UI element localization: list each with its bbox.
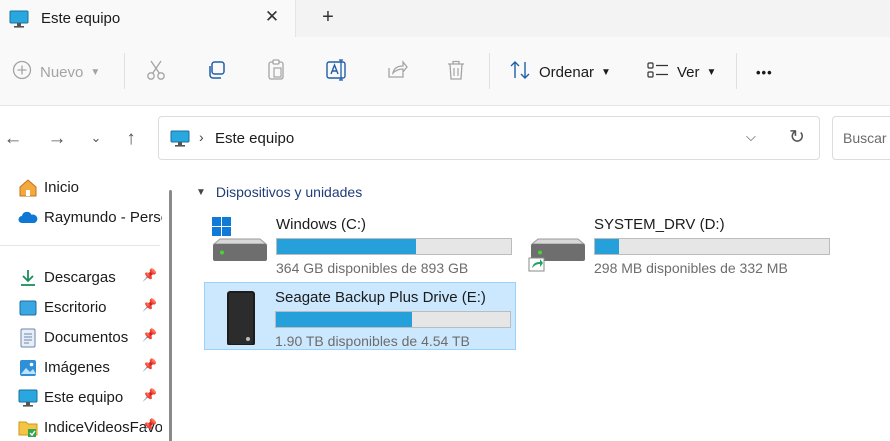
sidebar-item-label: Raymundo - Personal [44, 209, 162, 226]
pictures-icon [18, 358, 38, 378]
tab-este-equipo[interactable]: Este equipo ✕ [0, 0, 296, 37]
external-hdd-icon [209, 289, 269, 346]
new-label: Nuevo [40, 63, 84, 81]
new-tab-button[interactable]: + [318, 6, 338, 28]
windows-drive-icon [210, 216, 270, 272]
folder-icon [18, 418, 38, 438]
download-icon [18, 268, 38, 288]
group-header-devices[interactable]: ▼ Dispositivos y unidades [196, 184, 362, 200]
drive-usage-fill [276, 312, 412, 327]
command-bar: Nuevo ▼ Ordenar ▼ Ver ▼ ••• [0, 37, 890, 106]
drive-free-space: 364 GB disponibles de 893 GB [276, 260, 469, 276]
breadcrumb-chevron-icon[interactable]: › [199, 129, 204, 145]
refresh-icon[interactable]: ↻ [789, 126, 805, 149]
sidebar-item-inicio[interactable]: Inicio [0, 172, 162, 202]
chevron-down-icon: ▼ [196, 186, 206, 198]
sidebar-scrollbar[interactable] [166, 182, 174, 441]
desktop-icon [18, 298, 38, 318]
drive-name: Seagate Backup Plus Drive (E:) [275, 289, 486, 306]
drive-usage-fill [595, 239, 619, 254]
pin-icon: 📌 [142, 418, 157, 432]
group-title: Dispositivos y unidades [215, 184, 363, 200]
sort-label: Ordenar [539, 63, 595, 81]
drive-usage-bar [594, 238, 830, 255]
sidebar-divider [0, 245, 160, 246]
sort-icon [509, 60, 531, 84]
new-button[interactable]: Nuevo ▼ [12, 58, 100, 86]
this-pc-icon [9, 10, 29, 33]
sidebar-item-escritorio[interactable]: Escritorio 📌 [0, 292, 162, 322]
address-dropdown-icon[interactable]: ⌵ [746, 129, 756, 145]
sidebar-item-este-equipo[interactable]: Este equipo 📌 [0, 382, 162, 412]
pin-icon: 📌 [142, 388, 157, 402]
paste-button[interactable] [266, 58, 286, 86]
trash-icon [446, 59, 466, 85]
pin-icon: 📌 [142, 328, 157, 342]
share-icon [386, 60, 408, 84]
sidebar-item-onedrive[interactable]: Raymundo - Personal [0, 202, 162, 232]
drive-usage-bar [275, 311, 511, 328]
scissors-icon [146, 59, 166, 85]
toolbar-divider [124, 53, 125, 89]
home-icon [18, 178, 38, 198]
toolbar-divider [489, 53, 490, 89]
shared-drive-icon [528, 216, 588, 272]
copy-icon [206, 60, 226, 84]
view-label: Ver [677, 63, 700, 81]
this-pc-icon [170, 130, 190, 152]
toolbar-divider [736, 53, 737, 89]
onedrive-icon [18, 208, 38, 228]
chevron-down-icon: ▼ [601, 66, 611, 78]
drive-usage-fill [277, 239, 416, 254]
sidebar-item-imagenes[interactable]: Imágenes 📌 [0, 352, 162, 382]
rename-button[interactable] [326, 58, 348, 86]
recent-locations-chevron-icon[interactable]: ⌄ [85, 130, 107, 152]
delete-button[interactable] [446, 58, 466, 86]
pin-icon: 📌 [142, 268, 157, 282]
plus-circle-icon [12, 60, 32, 84]
view-button[interactable]: Ver ▼ [647, 58, 716, 86]
chevron-down-icon: ▼ [706, 66, 717, 78]
sidebar-item-indicevideosfavoritos[interactable]: IndiceVideosFavoritos 📌 [0, 412, 162, 441]
sidebar-item-label: Inicio [44, 179, 80, 196]
drive-name: SYSTEM_DRV (D:) [594, 216, 725, 233]
rename-icon [326, 59, 348, 85]
clipboard-icon [266, 59, 286, 85]
close-tab-icon[interactable]: ✕ [262, 7, 282, 29]
navigation-row: ← → ⌄ ↑ › Este equipo ⌵ ↻ Buscar en Este… [0, 106, 890, 170]
forward-arrow-icon[interactable]: → [46, 128, 68, 150]
drive-item-d[interactable]: SYSTEM_DRV (D:) 298 MB disponibles de 33… [524, 210, 836, 276]
more-icon: ••• [756, 64, 773, 80]
search-input[interactable]: Buscar en Este equipo [832, 116, 890, 160]
copy-button[interactable] [206, 58, 226, 86]
more-options-button[interactable]: ••• [756, 58, 773, 86]
share-button[interactable] [386, 58, 408, 86]
drive-free-space: 1.90 TB disponibles de 4.54 TB [275, 333, 470, 349]
search-placeholder: Buscar en Este equipo [843, 130, 890, 146]
chevron-down-icon: ▼ [90, 66, 101, 78]
scrollbar-thumb[interactable] [169, 190, 172, 441]
documents-icon [18, 328, 38, 348]
drive-item-e[interactable]: Seagate Backup Plus Drive (E:) 1.90 TB d… [204, 282, 516, 350]
sort-button[interactable]: Ordenar ▼ [509, 58, 611, 86]
back-arrow-icon[interactable]: ← [2, 128, 24, 150]
sidebar-item-documentos[interactable]: Documentos 📌 [0, 322, 162, 352]
up-arrow-icon[interactable]: ↑ [120, 128, 142, 150]
tab-title: Este equipo [41, 10, 121, 27]
breadcrumb-este-equipo[interactable]: Este equipo [215, 130, 294, 147]
pin-icon: 📌 [142, 298, 157, 312]
sidebar-item-descargas[interactable]: Descargas 📌 [0, 262, 162, 292]
view-list-icon [647, 61, 669, 83]
drive-name: Windows (C:) [276, 216, 367, 233]
navigation-pane: Inicio Raymundo - Personal Descargas 📌 E… [0, 170, 176, 441]
tab-bar: Este equipo ✕ + [0, 0, 890, 37]
drive-item-c[interactable]: Windows (C:) 364 GB disponibles de 893 G… [206, 210, 518, 276]
this-pc-icon [18, 388, 38, 408]
content-pane: ▼ Dispositivos y unidades Windows (C:) 3… [178, 170, 890, 441]
address-bar[interactable]: › Este equipo ⌵ ↻ [158, 116, 820, 160]
drive-free-space: 298 MB disponibles de 332 MB [594, 260, 788, 276]
pin-icon: 📌 [142, 358, 157, 372]
cut-button[interactable] [146, 58, 166, 86]
drive-usage-bar [276, 238, 512, 255]
